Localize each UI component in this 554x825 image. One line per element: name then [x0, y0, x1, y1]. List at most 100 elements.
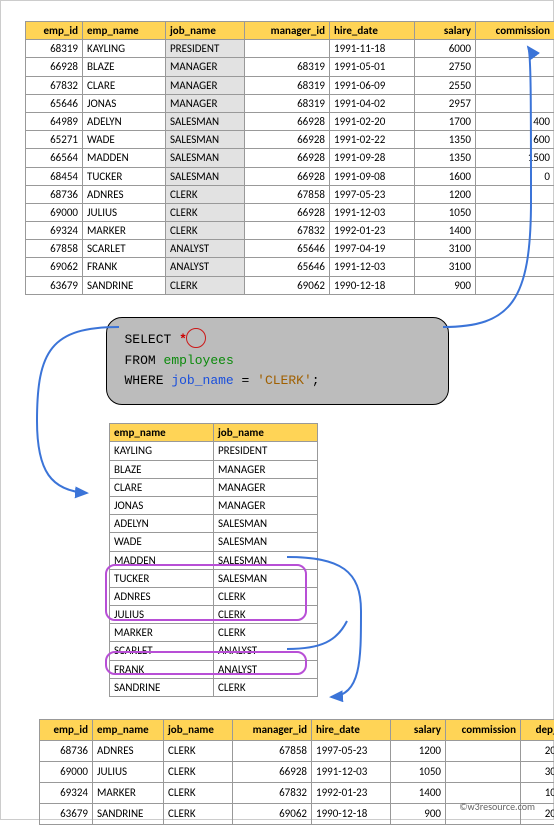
cell: 1991-05-01	[330, 58, 415, 76]
page: emp_idemp_namejob_namemanager_idhire_dat…	[0, 0, 554, 820]
col-header: job_name	[166, 22, 245, 40]
cell: MANAGER	[214, 496, 318, 514]
col-header: commission	[476, 22, 554, 40]
cell: 67832	[26, 76, 83, 94]
cell: 63679	[40, 804, 93, 825]
cell: SCARLET	[110, 642, 214, 660]
cell	[476, 94, 554, 112]
col-header: emp_name	[93, 720, 164, 741]
cell: CLERK	[166, 203, 245, 221]
cell: 65271	[26, 131, 83, 149]
cell: 900	[391, 804, 446, 825]
cell: 64989	[26, 112, 83, 130]
cell	[476, 222, 554, 240]
cell: 69062	[233, 804, 312, 825]
cell: 6000	[415, 40, 476, 58]
col-header: commission	[446, 720, 521, 741]
table-row: 68319KAYLINGPRESIDENT1991-11-1860001001	[26, 40, 554, 58]
cell: 68319	[245, 94, 330, 112]
cell: SALESMAN	[166, 167, 245, 185]
col-header: salary	[391, 720, 446, 741]
table-row: KAYLINGPRESIDENT	[110, 442, 318, 460]
cell: 1050	[415, 203, 476, 221]
sql-query-box: SELECT * FROM employees WHERE job_name =…	[106, 317, 449, 405]
cell: 66928	[26, 58, 83, 76]
cell: JULIUS	[93, 762, 164, 783]
cell: SALESMAN	[214, 551, 318, 569]
cell: SANDRINE	[83, 276, 166, 294]
cell: 69000	[26, 203, 83, 221]
cell: WADE	[110, 533, 214, 551]
highlight-circle-icon	[186, 328, 206, 348]
cell	[476, 185, 554, 203]
cell: 1991-12-03	[330, 258, 415, 276]
cell: 1991-12-03	[312, 762, 391, 783]
cell: TUCKER	[83, 167, 166, 185]
table-row: 66564MADDENSALESMAN669281991-09-28135015…	[26, 149, 554, 167]
cell: 1350	[415, 131, 476, 149]
cell	[476, 258, 554, 276]
cell: 1991-09-08	[330, 167, 415, 185]
cell: CLERK	[214, 606, 318, 624]
cell: MADDEN	[83, 149, 166, 167]
cell: 2957	[415, 94, 476, 112]
table-row: 67858SCARLETANALYST656461997-04-19310020…	[26, 240, 554, 258]
cell: SALESMAN	[166, 131, 245, 149]
cell: FRANK	[110, 660, 214, 678]
cell: 68319	[245, 76, 330, 94]
cell: 1400	[415, 222, 476, 240]
cell: CLERK	[166, 185, 245, 203]
cell: 63679	[26, 276, 83, 294]
table-row: SCARLETANALYST	[110, 642, 318, 660]
table-row: BLAZEMANAGER	[110, 460, 318, 478]
cell: MADDEN	[110, 551, 214, 569]
cell: JONAS	[110, 496, 214, 514]
cell: SALESMAN	[214, 533, 318, 551]
cell: CLERK	[166, 222, 245, 240]
cell: CLERK	[164, 762, 233, 783]
cell	[476, 40, 554, 58]
col-header: hire_date	[312, 720, 391, 741]
cell	[476, 203, 554, 221]
cell: 1400	[391, 783, 446, 804]
table-row: ADELYNSALESMAN	[110, 515, 318, 533]
cell	[446, 741, 521, 762]
table-row: 64989ADELYNSALESMAN669281991-02-20170040…	[26, 112, 554, 130]
copyright: ©w3resource.com	[459, 800, 535, 813]
cell	[476, 240, 554, 258]
table-row: JULIUSCLERK	[110, 606, 318, 624]
cell: 66928	[245, 112, 330, 130]
cell: 66928	[245, 131, 330, 149]
cell: CLERK	[164, 783, 233, 804]
cell	[476, 58, 554, 76]
cell: 900	[415, 276, 476, 294]
cell: JULIUS	[110, 606, 214, 624]
cell: 1992-01-23	[312, 783, 391, 804]
cell: 67858	[26, 240, 83, 258]
cell: 0	[476, 167, 554, 185]
col-header: manager_id	[245, 22, 330, 40]
table-row: WADESALESMAN	[110, 533, 318, 551]
cell: 2001	[521, 741, 554, 762]
cell: SANDRINE	[93, 804, 164, 825]
cell: MARKER	[93, 783, 164, 804]
cell: 1350	[415, 149, 476, 167]
cell: CLERK	[214, 678, 318, 696]
table-row: 69000JULIUSCLERK669281991-12-0310503001	[26, 203, 554, 221]
cell: 65646	[245, 258, 330, 276]
cell: 1700	[415, 112, 476, 130]
projection-table: emp_namejob_nameKAYLINGPRESIDENTBLAZEMAN…	[109, 423, 318, 697]
cell: ADELYN	[83, 112, 166, 130]
cell: 65646	[26, 94, 83, 112]
table-row: SANDRINECLERK	[110, 678, 318, 696]
cell: 66564	[26, 149, 83, 167]
cell: 1997-05-23	[330, 185, 415, 203]
cell: ANALYST	[214, 660, 318, 678]
col-header: emp_name	[110, 424, 214, 442]
cell: BLAZE	[83, 58, 166, 76]
cell: MANAGER	[214, 478, 318, 496]
cell: TUCKER	[110, 569, 214, 587]
table-row: 69324MARKERCLERK678321992-01-2314001001	[26, 222, 554, 240]
cell: 1991-12-03	[330, 203, 415, 221]
cell: KAYLING	[83, 40, 166, 58]
